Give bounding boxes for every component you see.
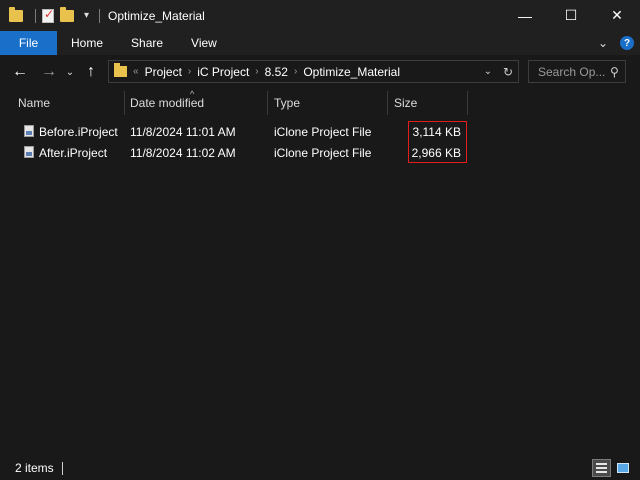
file-name: After.iProject	[39, 145, 108, 160]
toolbar-divider	[35, 8, 36, 23]
status-bar: 2 items	[0, 456, 640, 480]
ribbon-right: ⌄ ?	[598, 31, 640, 55]
size-highlight-box	[408, 121, 467, 163]
help-icon[interactable]: ?	[620, 36, 634, 50]
folder-icon	[9, 6, 23, 22]
forward-button[interactable]: →	[36, 59, 62, 85]
toolbar-divider	[99, 8, 101, 23]
maximize-button[interactable]: ☐	[548, 0, 594, 31]
new-folder-icon[interactable]	[60, 6, 74, 22]
chevron-down-icon[interactable]: ⌄	[478, 66, 498, 77]
minimize-button[interactable]: —	[502, 0, 548, 31]
details-view-icon	[596, 463, 607, 473]
search-input[interactable]	[538, 64, 608, 79]
iproject-file-icon	[24, 125, 34, 137]
up-button[interactable]: ↑	[78, 59, 104, 85]
breadcrumb-optimize-material[interactable]: Optimize_Material	[303, 65, 400, 79]
column-header-size[interactable]: Size	[388, 89, 467, 117]
address-actions: ⌄ ↻	[478, 61, 518, 82]
tab-view[interactable]: View	[177, 31, 231, 55]
column-header-date-modified[interactable]: Date modified	[124, 89, 267, 117]
file-date-modified: 11/8/2024 11:01 AM	[130, 124, 236, 139]
column-headers: ^ Name Date modified Type Size	[0, 89, 640, 117]
navigation-bar: ← → ⌄ ↑ « Project › iC Project › 8.52 › …	[0, 55, 640, 89]
recent-locations-button[interactable]: ⌄	[62, 59, 78, 85]
address-bar[interactable]: « Project › iC Project › 8.52 › Optimize…	[108, 60, 519, 83]
list-item[interactable]: After.iProject 11/8/2024 11:02 AM iClone…	[0, 142, 640, 163]
item-count: 2 items	[15, 461, 54, 475]
file-type: iClone Project File	[274, 124, 372, 139]
chevron-right-icon[interactable]: ›	[188, 66, 191, 77]
column-divider[interactable]	[467, 91, 468, 115]
window-title: Optimize_Material	[108, 8, 205, 23]
large-icons-view-button[interactable]	[613, 459, 632, 477]
expand-ribbon-icon[interactable]: ⌄	[598, 36, 608, 50]
file-date-modified: 11/8/2024 11:02 AM	[130, 145, 236, 160]
breadcrumb-project[interactable]: Project	[145, 65, 182, 79]
folder-icon	[114, 63, 127, 77]
tab-home[interactable]: Home	[57, 31, 117, 55]
breadcrumb-overflow-icon[interactable]: «	[133, 66, 139, 77]
breadcrumb-version[interactable]: 8.52	[265, 65, 288, 79]
customize-toolbar-dropdown-icon[interactable]: ▾	[84, 10, 89, 21]
file-name: Before.iProject	[39, 124, 118, 139]
close-button[interactable]: ✕	[594, 0, 640, 31]
tab-share[interactable]: Share	[117, 31, 177, 55]
window-controls: — ☐ ✕	[502, 0, 640, 31]
breadcrumb-ic-project[interactable]: iC Project	[197, 65, 249, 79]
back-button[interactable]: ←	[7, 59, 33, 85]
properties-icon[interactable]	[42, 7, 54, 23]
list-item[interactable]: Before.iProject 11/8/2024 11:01 AM iClon…	[0, 121, 640, 142]
chevron-right-icon[interactable]: ›	[294, 66, 297, 77]
iproject-file-icon	[24, 146, 34, 158]
view-switcher	[590, 459, 632, 477]
column-header-name[interactable]: Name	[12, 89, 124, 117]
details-view-button[interactable]	[592, 459, 611, 477]
chevron-right-icon[interactable]: ›	[255, 66, 258, 77]
large-icons-view-icon	[616, 463, 629, 473]
title-bar: ▾ Optimize_Material — ☐ ✕	[0, 0, 640, 31]
quick-access-toolbar: ▾	[0, 0, 106, 31]
status-divider	[61, 461, 63, 475]
column-header-type[interactable]: Type	[268, 89, 387, 117]
ribbon-tabs: File Home Share View ⌄ ?	[0, 31, 640, 55]
refresh-icon[interactable]: ↻	[498, 65, 518, 79]
search-box[interactable]: ⚲	[528, 60, 626, 83]
file-type: iClone Project File	[274, 145, 372, 160]
search-icon[interactable]: ⚲	[610, 65, 619, 79]
tab-file[interactable]: File	[0, 31, 57, 55]
